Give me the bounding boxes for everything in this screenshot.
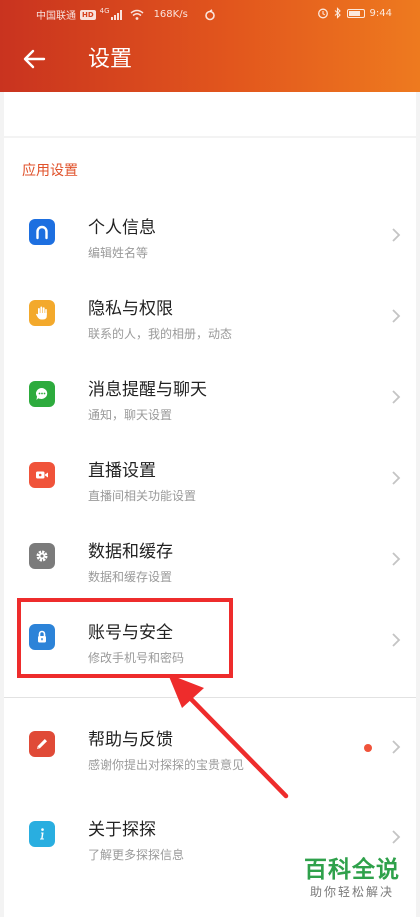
network-type: 4G	[99, 7, 110, 15]
wifi-icon	[130, 9, 144, 20]
section-title: 应用设置	[22, 163, 78, 179]
info-icon	[29, 821, 55, 847]
chevron-right-icon	[392, 390, 401, 404]
hand-icon	[29, 300, 55, 326]
item-title: 数据和缓存	[88, 542, 173, 562]
bluetooth-icon	[334, 7, 341, 19]
chevron-right-icon	[392, 830, 401, 844]
pencil-icon	[29, 731, 55, 757]
item-subtitle: 编辑姓名等	[88, 246, 149, 260]
gear-icon	[29, 543, 55, 569]
settings-item-help-feedback[interactable]: 帮助与反馈 感谢你提出对探探的宝贵意见	[4, 716, 416, 796]
item-subtitle: 了解更多探探信息	[88, 848, 185, 862]
section-divider	[4, 697, 416, 698]
chevron-right-icon	[392, 228, 401, 242]
chevron-right-icon	[392, 471, 401, 485]
arrow-left-icon	[23, 49, 46, 69]
lock-icon	[29, 624, 55, 650]
chat-icon	[29, 381, 55, 407]
item-title: 账号与安全	[88, 623, 173, 643]
watermark: 百科全说 助你轻松解决	[296, 856, 408, 900]
item-subtitle: 联系的人，我的相册，动态	[88, 327, 233, 341]
alarm-icon	[317, 8, 328, 19]
video-camera-icon	[29, 462, 55, 488]
item-title: 直播设置	[88, 461, 156, 481]
carrier-label: 中国联通	[36, 11, 76, 22]
signal-icon	[110, 9, 122, 20]
network-speed: 168K/s	[153, 9, 188, 20]
item-subtitle: 感谢你提出对探探的宝贵意见	[88, 758, 245, 772]
chevron-right-icon	[392, 633, 401, 647]
item-title: 帮助与反馈	[88, 730, 173, 750]
back-button[interactable]	[18, 44, 54, 74]
settings-item-privacy[interactable]: 隐私与权限 联系的人，我的相册，动态	[4, 285, 416, 365]
settings-item-account-security[interactable]: 账号与安全 修改手机号和密码	[4, 609, 416, 689]
watermark-subtitle: 助你轻松解决	[309, 885, 394, 899]
app-notification-icon	[204, 8, 215, 20]
status-time: 9:44	[369, 7, 392, 19]
settings-item-live-stream[interactable]: 直播设置 直播间相关功能设置	[4, 447, 416, 527]
watermark-title: 百科全说	[304, 857, 400, 883]
battery-icon	[346, 8, 365, 18]
item-title: 个人信息	[88, 218, 156, 238]
status-bar: 中国联通 HD 4G 168K/s 9:44	[0, 0, 420, 26]
chevron-right-icon	[392, 740, 401, 754]
item-title: 隐私与权限	[88, 299, 173, 319]
chevron-right-icon	[392, 552, 401, 566]
item-title: 消息提醒与聊天	[88, 380, 207, 400]
settings-item-data-cache[interactable]: 数据和缓存 数据和缓存设置	[4, 528, 416, 608]
unread-dot	[364, 744, 372, 752]
settings-item-notifications[interactable]: 消息提醒与聊天 通知，聊天设置	[4, 366, 416, 446]
chevron-right-icon	[392, 309, 401, 323]
settings-item-personal-info[interactable]: 个人信息 编辑姓名等	[4, 204, 416, 284]
item-subtitle: 数据和缓存设置	[88, 570, 173, 584]
hd-badge: HD	[80, 9, 96, 20]
page-title: 设置	[88, 47, 133, 72]
item-title: 关于探探	[88, 820, 156, 840]
app-bar: 设置	[0, 26, 420, 92]
item-subtitle: 修改手机号和密码	[88, 651, 185, 665]
top-panel	[4, 92, 416, 136]
item-subtitle: 直播间相关功能设置	[88, 489, 197, 503]
item-subtitle: 通知，聊天设置	[88, 408, 173, 422]
profile-icon	[29, 219, 55, 245]
